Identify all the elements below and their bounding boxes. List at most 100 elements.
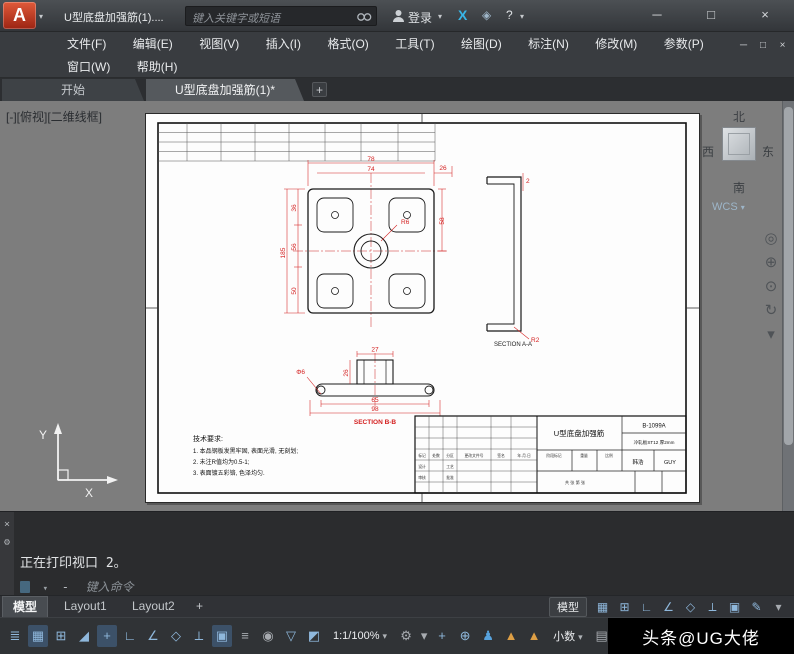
annotation-visibility-icon[interactable]: ▲ [501,625,521,647]
command-input[interactable]: ▾ - 键入命令 [20,578,134,596]
annotation-scale-dropdown[interactable]: 1:1/100% ▾ [327,627,393,645]
osnap-icon[interactable]: ▣ [725,598,744,616]
tab-layout2[interactable]: Layout2 [122,596,185,617]
menu-window[interactable]: 窗口(W) [56,56,121,79]
workspace-arrow-icon[interactable]: ▾ [419,625,429,647]
minimize-button[interactable]: ─ [634,1,680,29]
menu-dimension[interactable]: 标注(N) [517,33,580,56]
osnap-tracking-icon[interactable]: ⟂ [703,598,722,616]
tab-start[interactable]: 开始 [2,79,144,101]
menu-draw[interactable]: 绘图(D) [450,33,513,56]
communication-center-icon[interactable]: ◈ [482,8,491,22]
grid-icon[interactable]: ▦ [593,598,612,616]
isodraft-icon[interactable]: ◇ [681,598,700,616]
doc-minimize-button[interactable]: ─ [736,34,751,57]
infer-constraints-icon[interactable]: ◢ [74,625,94,647]
search-input[interactable]: 键入关键字或短语 [185,6,377,26]
workspace-switch-icon[interactable]: ⚙ [396,625,416,647]
command-prompt-dash: - [62,580,69,594]
menu-tools[interactable]: 工具(T) [384,33,445,56]
status-more-icon[interactable]: ▾ [769,598,788,616]
login-arrow-icon[interactable]: ▾ [438,12,442,21]
user-icon[interactable] [392,9,405,23]
ortho-icon[interactable]: ∟ [637,598,656,616]
dim-label: R6 [401,219,410,226]
units-dropdown[interactable]: 小数 ▾ [547,625,589,647]
wcs-dropdown[interactable]: WCS ▾ [712,201,745,213]
osnap-tracking-icon[interactable]: ⟂ [189,625,209,647]
command-customize-icon[interactable]: ⚙ [0,537,14,548]
search-icon[interactable] [356,11,372,23]
dim-label: 74 [367,166,375,173]
compass-west-label[interactable]: 西 [702,143,714,160]
scrollbar-thumb[interactable] [784,107,793,445]
app-menu-arrow-icon[interactable]: ▾ [39,12,43,21]
drawing-canvas[interactable]: [-][俯视][二维线框] [0,101,794,511]
doc-close-button[interactable]: × [775,34,790,57]
isodraft-icon[interactable]: ◇ [166,625,186,647]
tab-layout1-label: Layout1 [64,599,107,613]
close-button[interactable]: × [742,1,788,29]
tab-model[interactable]: 模型 [2,596,48,617]
add-scales-icon[interactable]: + [432,625,452,647]
new-tab-button[interactable]: + [312,82,327,97]
command-close-icon[interactable]: × [0,519,14,530]
exchange-apps-icon[interactable]: X [458,7,467,23]
compass-south-label[interactable]: 南 [733,179,745,196]
polar-tracking-icon[interactable]: ∠ [659,598,678,616]
snap-mode-icon[interactable]: ⊞ [51,625,71,647]
menu-insert[interactable]: 插入(I) [255,33,312,56]
vertical-scrollbar[interactable] [782,101,794,511]
menu-help[interactable]: 帮助(H) [126,56,189,79]
nav-more-icon[interactable]: ▾ [767,325,775,343]
menu-parametric[interactable]: 参数(P) [653,33,715,56]
viewcube-top-face[interactable] [728,133,750,155]
command-options-icon[interactable] [20,581,30,593]
new-layout-button[interactable]: + [192,599,207,614]
tb-header: 分区 [446,453,454,458]
autoscale-icon[interactable]: ⊕ [455,625,475,647]
dynamic-ucs-icon[interactable]: ◩ [304,625,324,647]
polar-tracking-icon[interactable]: ∠ [143,625,163,647]
nav-orbit-icon[interactable]: ↻ [765,301,778,319]
model-space-toggle[interactable]: 模型 [549,597,587,617]
menu-format[interactable]: 格式(O) [316,33,379,56]
current-scale-icon[interactable]: ▲ [524,625,544,647]
login-button[interactable]: 登录 [408,9,432,26]
app-logo-letter: A [13,5,26,25]
grid-display-icon[interactable]: ▦ [28,625,48,647]
dynamic-input-icon[interactable]: + [97,625,117,647]
compass-east-label[interactable]: 东 [762,143,774,160]
help-icon[interactable]: ? [506,8,513,22]
annotation-pencil-icon[interactable]: ✎ [747,598,766,616]
nav-zoom-icon[interactable]: ⊙ [765,277,778,295]
drawing-sheet[interactable]: 78 74 26 36 56 50 185 58 R6 2 R2 27 26 Φ… [145,113,700,503]
object-snap-icon[interactable]: ▣ [212,625,232,647]
maximize-button[interactable]: □ [688,1,734,29]
menu-modify[interactable]: 修改(M) [584,33,648,56]
doc-restore-button[interactable]: □ [756,34,771,57]
tab-layout1[interactable]: Layout1 [54,596,117,617]
annotation-monitor-icon[interactable]: ♟ [478,625,498,647]
selection-cycling-icon[interactable]: ▽ [281,625,301,647]
compass-north-label[interactable]: 北 [733,108,745,125]
ortho-mode-icon[interactable]: ∟ [120,625,140,647]
customization-icon[interactable]: ≣ [5,625,25,647]
dim-label: 36 [291,204,298,212]
dim-label: 185 [280,247,287,258]
tb-signature-1: 韩浩 [632,458,644,466]
command-dropdown-icon[interactable]: ▾ [43,584,48,594]
nav-pan-icon[interactable]: ⊕ [765,253,778,271]
viewcube[interactable] [722,127,756,161]
help-arrow-icon[interactable]: ▾ [520,12,524,21]
viewport-controls[interactable]: [-][俯视][二维线框] [6,108,102,125]
transparency-icon[interactable]: ◉ [258,625,278,647]
menu-file[interactable]: 文件(F) [56,33,117,56]
snap-icon[interactable]: ⊞ [615,598,634,616]
tab-document[interactable]: U型底盘加强筋(1)* [146,79,304,101]
app-logo[interactable]: A [3,2,36,29]
menu-view[interactable]: 视图(V) [188,33,250,56]
lineweight-icon[interactable]: ≡ [235,625,255,647]
nav-wheel-icon[interactable]: ◎ [764,229,777,247]
menu-edit[interactable]: 编辑(E) [122,33,184,56]
